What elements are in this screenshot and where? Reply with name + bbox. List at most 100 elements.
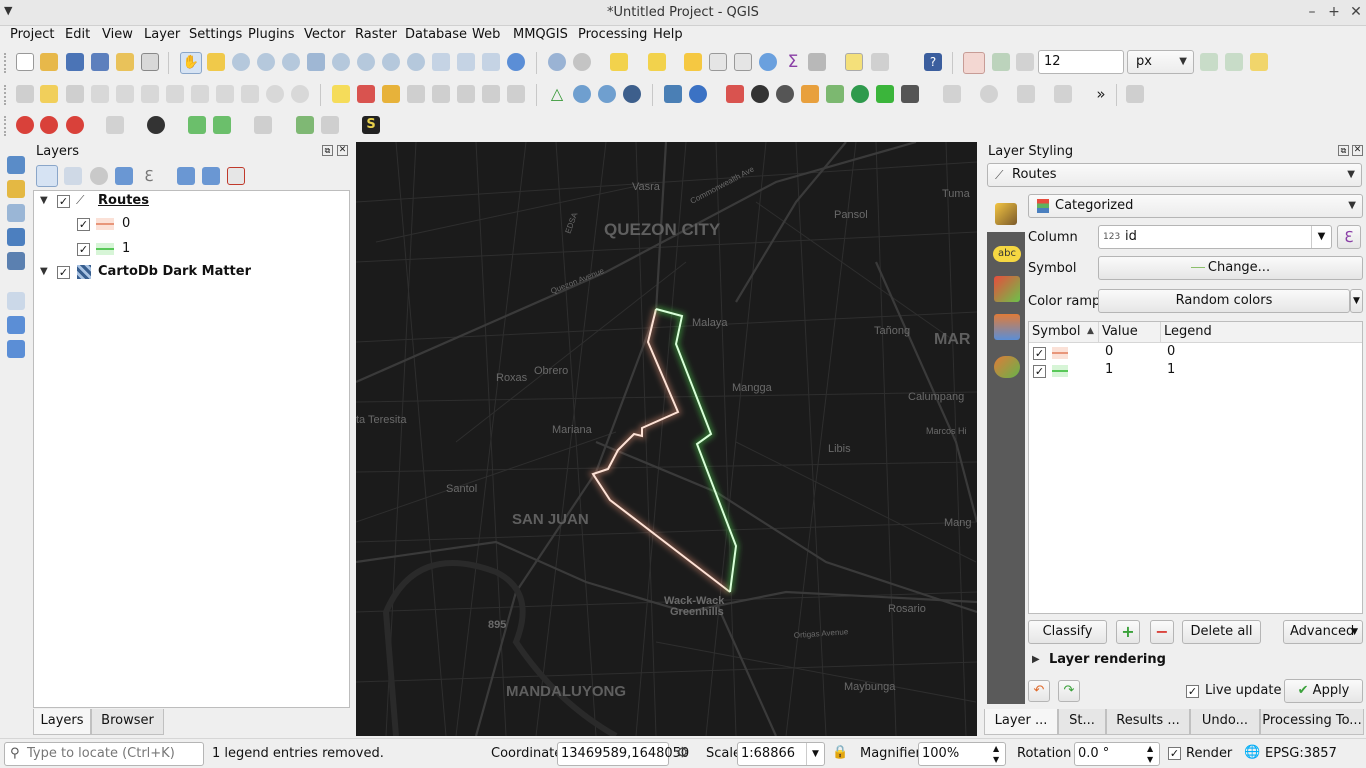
pan-map-icon[interactable]: ✋ (180, 52, 202, 74)
classify-button[interactable]: Classify (1028, 620, 1107, 644)
minimize-icon[interactable]: – (1303, 3, 1321, 21)
undo-style-icon[interactable]: ↶ (1028, 680, 1050, 702)
layer-rendering-label[interactable]: Layer rendering (1049, 652, 1166, 667)
tab-undo[interactable]: Undo... (1190, 709, 1260, 735)
column-select[interactable]: 123 id ▼ (1098, 225, 1332, 249)
globe-icon[interactable]: 🌐 (1244, 745, 1260, 760)
live-update-checkbox[interactable]: ✓ (1186, 685, 1199, 698)
tab-statistics[interactable]: St... (1058, 709, 1106, 735)
deselect-icon[interactable] (684, 53, 702, 71)
row-0-swatch[interactable] (1052, 347, 1068, 359)
feature-tool-icon[interactable] (106, 116, 124, 134)
snap-tolerance-input[interactable]: 12 (1038, 50, 1124, 74)
zoom-native-icon[interactable] (382, 53, 400, 71)
more-tools-icon[interactable]: » (1092, 85, 1110, 103)
float-styling-panel-icon[interactable]: ⧉ (1338, 145, 1349, 156)
eye-tool-icon[interactable] (147, 116, 165, 134)
statistics-icon[interactable]: Σ (784, 53, 802, 71)
menu-mmqgis[interactable]: MMQGIS (513, 26, 568, 46)
new-map-view-icon[interactable] (457, 53, 475, 71)
menu-edit[interactable]: Edit (65, 26, 90, 46)
snapping-icon[interactable] (963, 52, 985, 74)
color-ramp-dropdown-icon[interactable]: ▼ (1350, 289, 1363, 313)
expand-basemap-icon[interactable]: ▼ (40, 266, 48, 277)
show-hide-labels-icon[interactable] (482, 85, 500, 103)
topological-editing-icon[interactable] (1200, 53, 1218, 71)
renderer-select[interactable]: Categorized ▼ (1028, 194, 1363, 218)
measure-icon[interactable] (808, 53, 826, 71)
cut-icon[interactable] (191, 85, 209, 103)
s-plugin-icon[interactable]: S (362, 116, 380, 134)
add-spatialite-layer-icon[interactable] (7, 252, 25, 270)
save-as-icon[interactable] (91, 53, 109, 71)
identify-icon[interactable] (548, 53, 566, 71)
snap-units-select[interactable]: px ▼ (1127, 50, 1194, 74)
open-project-icon[interactable] (40, 53, 58, 71)
symbology-tab-icon[interactable] (995, 203, 1017, 225)
color-ramp-button[interactable]: Random colors (1098, 289, 1350, 313)
toggle-editing-icon[interactable] (40, 85, 58, 103)
menu-raster[interactable]: Raster (355, 26, 397, 46)
add-vector-layer-icon[interactable] (7, 156, 25, 174)
header-value[interactable]: Value (1102, 324, 1138, 339)
maximize-icon[interactable]: + (1325, 3, 1343, 21)
vertex-tool-icon[interactable] (116, 85, 134, 103)
redo-style-icon[interactable]: ↷ (1058, 680, 1080, 702)
georeferencer-icon[interactable]: △ (548, 85, 566, 103)
float-panel-icon[interactable]: ⧉ (322, 145, 333, 156)
metasearch-icon[interactable] (573, 85, 591, 103)
magnifier-spin-icon[interactable]: ▲ ▼ (993, 743, 999, 765)
paste-icon[interactable] (241, 85, 259, 103)
routes-visibility-checkbox[interactable]: ✓ (57, 195, 70, 208)
open-styling-icon[interactable] (36, 165, 58, 187)
menu-plugins[interactable]: Plugins (248, 26, 295, 46)
pencil-plugin-icon[interactable] (801, 85, 819, 103)
layout-manager-icon[interactable] (141, 53, 159, 71)
digitize-icon[interactable] (1126, 85, 1144, 103)
scale-select[interactable]: 1:68866 ▼ (737, 742, 825, 766)
table-row[interactable]: ✓ 0 0 (1029, 344, 1362, 362)
manage-themes-icon[interactable] (90, 167, 108, 185)
snapping-mode-icon[interactable] (992, 53, 1010, 71)
redo-icon[interactable] (291, 85, 309, 103)
scale-dropdown-icon[interactable]: ▼ (806, 743, 824, 765)
tracing-icon[interactable] (1250, 53, 1268, 71)
menu-vector[interactable]: Vector (304, 26, 345, 46)
current-edits-icon[interactable] (16, 85, 34, 103)
copy-icon[interactable] (216, 85, 234, 103)
menu-help[interactable]: Help (653, 26, 683, 46)
table-row[interactable]: ✓ 1 1 (1029, 362, 1362, 380)
header-legend[interactable]: Legend (1164, 324, 1212, 339)
basemap-visibility-checkbox[interactable]: ✓ (57, 266, 70, 279)
collapse-all-icon[interactable] (202, 167, 220, 185)
apply-button[interactable]: ✔ Apply (1284, 679, 1363, 703)
highlight-labels-icon[interactable] (382, 85, 400, 103)
python-console-icon[interactable] (664, 85, 682, 103)
save-project-icon[interactable] (66, 53, 84, 71)
tab-processing-toolbox[interactable]: Processing To... (1260, 709, 1364, 735)
binoculars-icon[interactable] (901, 85, 919, 103)
label-toolbar-icon[interactable] (332, 85, 350, 103)
snap-intersection-icon[interactable] (1225, 53, 1243, 71)
menu-layer[interactable]: Layer (144, 26, 180, 46)
stack-plugin-icon[interactable] (851, 85, 869, 103)
rect-tool-icon[interactable] (1054, 85, 1072, 103)
expression-builder-icon[interactable]: ℇ (1337, 225, 1361, 249)
filter-expression-icon[interactable]: ℇ (140, 167, 158, 185)
add-raster-layer-icon[interactable] (7, 180, 25, 198)
routes-layer-label[interactable]: Routes (98, 193, 149, 208)
move-label-icon[interactable] (407, 85, 425, 103)
close-panel-icon[interactable]: ✕ (337, 145, 348, 156)
label-properties-icon[interactable] (507, 85, 525, 103)
row-1-swatch[interactable] (1052, 365, 1068, 377)
field-calculator-icon[interactable] (734, 53, 752, 71)
extents-toggle-icon[interactable]: ⚙ (676, 745, 689, 761)
zoom-last-icon[interactable] (407, 53, 425, 71)
zoom-layer-icon[interactable] (357, 53, 375, 71)
change-symbol-button[interactable]: Change... (1098, 256, 1363, 280)
zoom-rubberband-icon[interactable] (282, 53, 300, 71)
menu-settings[interactable]: Settings (189, 26, 242, 46)
advanced-button[interactable]: Advanced ▼ (1283, 620, 1363, 644)
close-styling-panel-icon[interactable]: ✕ (1352, 145, 1363, 156)
render-checkbox[interactable]: ✓ (1168, 747, 1181, 760)
